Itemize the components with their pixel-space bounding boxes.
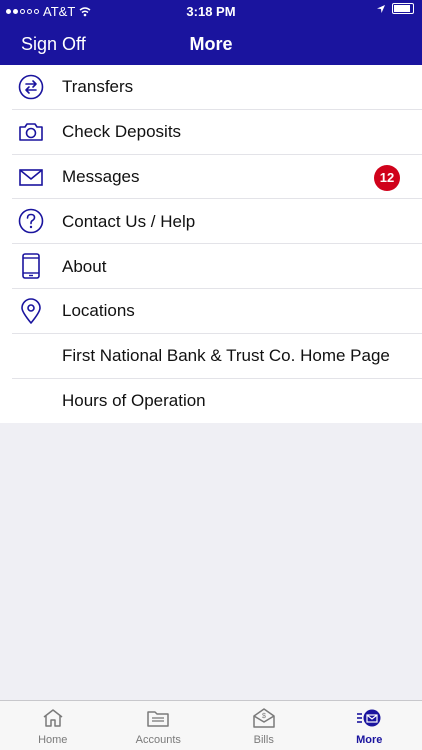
menu-item-label: Transfers <box>62 77 134 97</box>
menu-item-label: Locations <box>62 301 135 321</box>
envelope-icon <box>18 164 44 190</box>
bills-icon: $ <box>252 706 276 730</box>
status-bar: AT&T 3:18 PM <box>0 0 422 22</box>
menu-item-transfers[interactable]: Transfers <box>0 65 422 110</box>
menu-item-home-page[interactable]: First National Bank & Trust Co. Home Pag… <box>0 334 422 379</box>
tab-label: Bills <box>253 734 274 746</box>
svg-text:$: $ <box>262 713 266 720</box>
tab-accounts[interactable]: Accounts <box>106 701 212 750</box>
tab-label: Home <box>38 734 68 746</box>
menu-item-label: Contact Us / Help <box>62 211 196 231</box>
accounts-icon <box>146 706 170 730</box>
more-icon <box>357 706 381 730</box>
tab-label: More <box>356 734 383 746</box>
nav-bar: Sign Off More <box>0 22 422 65</box>
menu-item-label: Check Deposits <box>62 122 182 142</box>
more-menu-list: Transfers Check Deposits Messages 12 Con… <box>0 65 422 424</box>
question-circle-icon <box>18 208 44 234</box>
menu-item-hours[interactable]: Hours of Operation <box>0 379 422 424</box>
page-title: More <box>189 34 233 54</box>
tab-label: Accounts <box>135 734 181 746</box>
unread-count-badge: 12 <box>374 164 400 191</box>
menu-item-messages[interactable]: Messages 12 <box>0 155 422 200</box>
location-arrow-icon <box>377 4 385 13</box>
status-right <box>376 3 414 14</box>
tab-bar: Home Accounts $ Bills More <box>0 700 422 750</box>
menu-item-label: Messages <box>62 166 140 186</box>
home-icon <box>41 706 65 730</box>
tab-more[interactable]: More <box>317 701 422 750</box>
location-pin-icon <box>18 298 44 324</box>
camera-icon <box>18 119 44 145</box>
menu-item-label: First National Bank & Trust Co. Home Pag… <box>62 346 390 366</box>
phone-device-icon <box>18 253 44 279</box>
battery-icon <box>392 3 414 14</box>
menu-item-check-deposits[interactable]: Check Deposits <box>0 110 422 155</box>
menu-item-locations[interactable]: Locations <box>0 289 422 334</box>
menu-item-label: Hours of Operation <box>62 390 206 410</box>
menu-item-label: About <box>62 256 107 276</box>
menu-item-contact-help[interactable]: Contact Us / Help <box>0 199 422 244</box>
transfer-arrows-icon <box>18 74 44 100</box>
tab-home[interactable]: Home <box>0 701 106 750</box>
tab-bills[interactable]: $ Bills <box>211 701 317 750</box>
status-time: 3:18 PM <box>186 4 236 19</box>
menu-item-about[interactable]: About <box>0 244 422 289</box>
